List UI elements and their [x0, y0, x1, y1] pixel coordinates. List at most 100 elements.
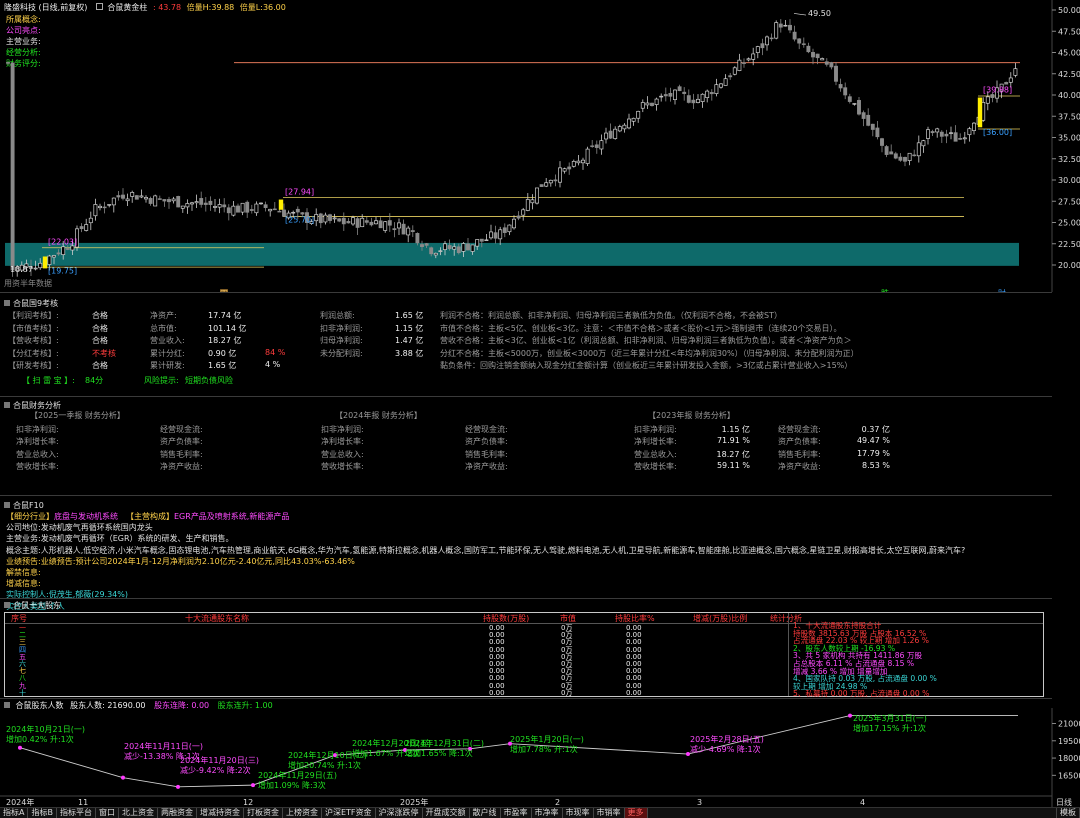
candle [268, 208, 273, 217]
bottom-tab[interactable]: 市净率 [532, 808, 563, 818]
candle [783, 20, 788, 27]
bottom-tab[interactable]: 上榜资金 [283, 808, 322, 818]
candle [484, 234, 489, 242]
bottom-tab[interactable]: 散户线 [470, 808, 501, 818]
holders-line-chart[interactable]: 21000 19500 18000 16500 2024年10月21日(一)增加0.42… [0, 708, 1080, 807]
main-chart[interactable]: 隆盛科技 (日线,前复权) 合鼠黄金柱 : 43.78 倍量H:39.88 倍量… [0, 0, 1080, 292]
audit-metric2: 未分配利润: [320, 348, 363, 358]
top10-cell: 0.00 [489, 688, 505, 697]
candle [410, 225, 415, 238]
candle [581, 157, 585, 170]
composition-label: 【主营构成】 [126, 512, 174, 521]
finance-label2: 销售毛利率: [160, 449, 203, 459]
bottom-tab[interactable]: 指标A [0, 808, 29, 818]
finance-col-head: 【2024年报 财务分析】 [335, 411, 422, 420]
audit-percent: 84 % [265, 347, 286, 357]
holders-date-label: 2025年3月31日(一) [853, 713, 927, 723]
candle [493, 225, 498, 244]
candle [604, 127, 608, 144]
candle [544, 178, 549, 188]
candle [102, 201, 107, 214]
candle [558, 161, 562, 188]
f10-line-key: 业绩预告: [6, 556, 41, 566]
candle [98, 203, 102, 211]
candle [797, 38, 802, 50]
candle [332, 213, 337, 223]
candle [590, 140, 595, 148]
bottom-tab[interactable]: 北上资金 [119, 808, 158, 818]
bottom-tab[interactable]: 增减持资金 [197, 808, 244, 818]
bottom-tab[interactable]: 两融资金 [158, 808, 197, 818]
price-axis-label: 37.50 [1058, 112, 1080, 121]
box-b-bottom-label: [25.70] [285, 216, 314, 225]
candle [640, 99, 645, 113]
period-label: 日线 [1056, 797, 1072, 807]
bottom-tab[interactable]: 更多 [624, 808, 648, 818]
support-zone [5, 242, 1019, 266]
candle [594, 140, 599, 154]
bottom-tab[interactable]: 市盈率 [501, 808, 532, 818]
bottom-tab[interactable]: 沪深ETF资金 [322, 808, 376, 818]
audit-percent: 4 % [265, 360, 281, 370]
candle [608, 123, 613, 140]
bottom-tab[interactable]: 指标B [28, 808, 57, 818]
bottom-tab[interactable]: 指标平台 [57, 808, 96, 818]
candle [249, 204, 254, 214]
candle [1013, 62, 1018, 78]
candle [893, 151, 898, 160]
bottom-tab[interactable]: 市现率 [563, 808, 594, 818]
candle [861, 110, 866, 127]
candle [397, 218, 401, 235]
candle [663, 87, 668, 102]
holders-xaxis-label: 3 [697, 798, 702, 807]
audit-value2: 1.65 亿 [395, 311, 424, 320]
price-axis-label: 22.50 [1058, 240, 1080, 249]
bottom-tab[interactable]: 沪深涨跌停 [376, 808, 423, 818]
holders-change-label: 增加17.15% 升:1次 [853, 723, 926, 733]
price-axis-label: 20.00 [1058, 261, 1080, 270]
candle [691, 93, 696, 109]
bottom-tab[interactable]: 市销率 [594, 808, 625, 818]
audit-status: 合格 [92, 311, 108, 320]
audit-value: 101.14 亿 [208, 323, 247, 333]
holders-xaxis-label: 2024年 [6, 797, 34, 807]
audit-metric: 营业收入: [150, 336, 185, 346]
audit-panel: 【利润考核】: 合格 净资产: 17.74 亿 利润总额: 1.65 亿 利润不合格：利润总… [0, 310, 1052, 390]
f10-line: 实控人类型:个人 [6, 601, 1046, 612]
audit-metric: 累计分红: [150, 348, 185, 358]
candle [525, 193, 530, 212]
candle [171, 196, 176, 204]
holders-point [121, 775, 125, 780]
bottom-tab[interactable]: 窗口 [96, 808, 119, 818]
bottom-tab[interactable]: 打板资金 [244, 808, 283, 818]
template-button[interactable]: 模板 [1056, 808, 1080, 818]
finance-value: 18.27 亿 [716, 449, 750, 459]
f10-line-value: 人形机器人,低空经济,小米汽车概念,固态锂电池,汽车热管理,商业航天,6G概念,… [40, 545, 966, 555]
finance-label2: 资产负债率: [778, 437, 821, 447]
candle [153, 194, 158, 207]
finance-label: 营业总收入: [321, 449, 364, 459]
top10-rank: 十 [19, 688, 26, 697]
candle [958, 133, 963, 140]
candle [516, 211, 521, 221]
candle [226, 204, 231, 221]
candle [668, 87, 673, 102]
box-a-bottom-label: [19.75] [48, 267, 77, 276]
candlestick-chart[interactable]: 50.00 47.50 45.00 42.50 40.00 37.50 35.00 32.50… [0, 0, 1080, 292]
candle [801, 37, 806, 48]
candle [728, 72, 733, 80]
candle [765, 35, 769, 51]
candle [562, 167, 567, 174]
holders-point [251, 783, 255, 788]
candle [847, 93, 852, 104]
audit-metric2: 扣非净利润: [320, 323, 363, 333]
audit-status: 合格 [92, 361, 108, 371]
bottom-tab[interactable]: 开盘成交额 [423, 808, 470, 818]
candle [719, 82, 723, 89]
candle [507, 224, 512, 236]
f10-line: 概念主题:人形机器人,低空经济,小米汽车概念,固态锂电池,汽车热管理,商业航天,… [6, 545, 1046, 556]
audit-value: 17.74 亿 [208, 311, 242, 320]
candle [673, 89, 677, 105]
holders-change-label: 增加0.42% 升:1次 [6, 734, 74, 744]
f10-line: 增减信息: [6, 578, 1046, 589]
